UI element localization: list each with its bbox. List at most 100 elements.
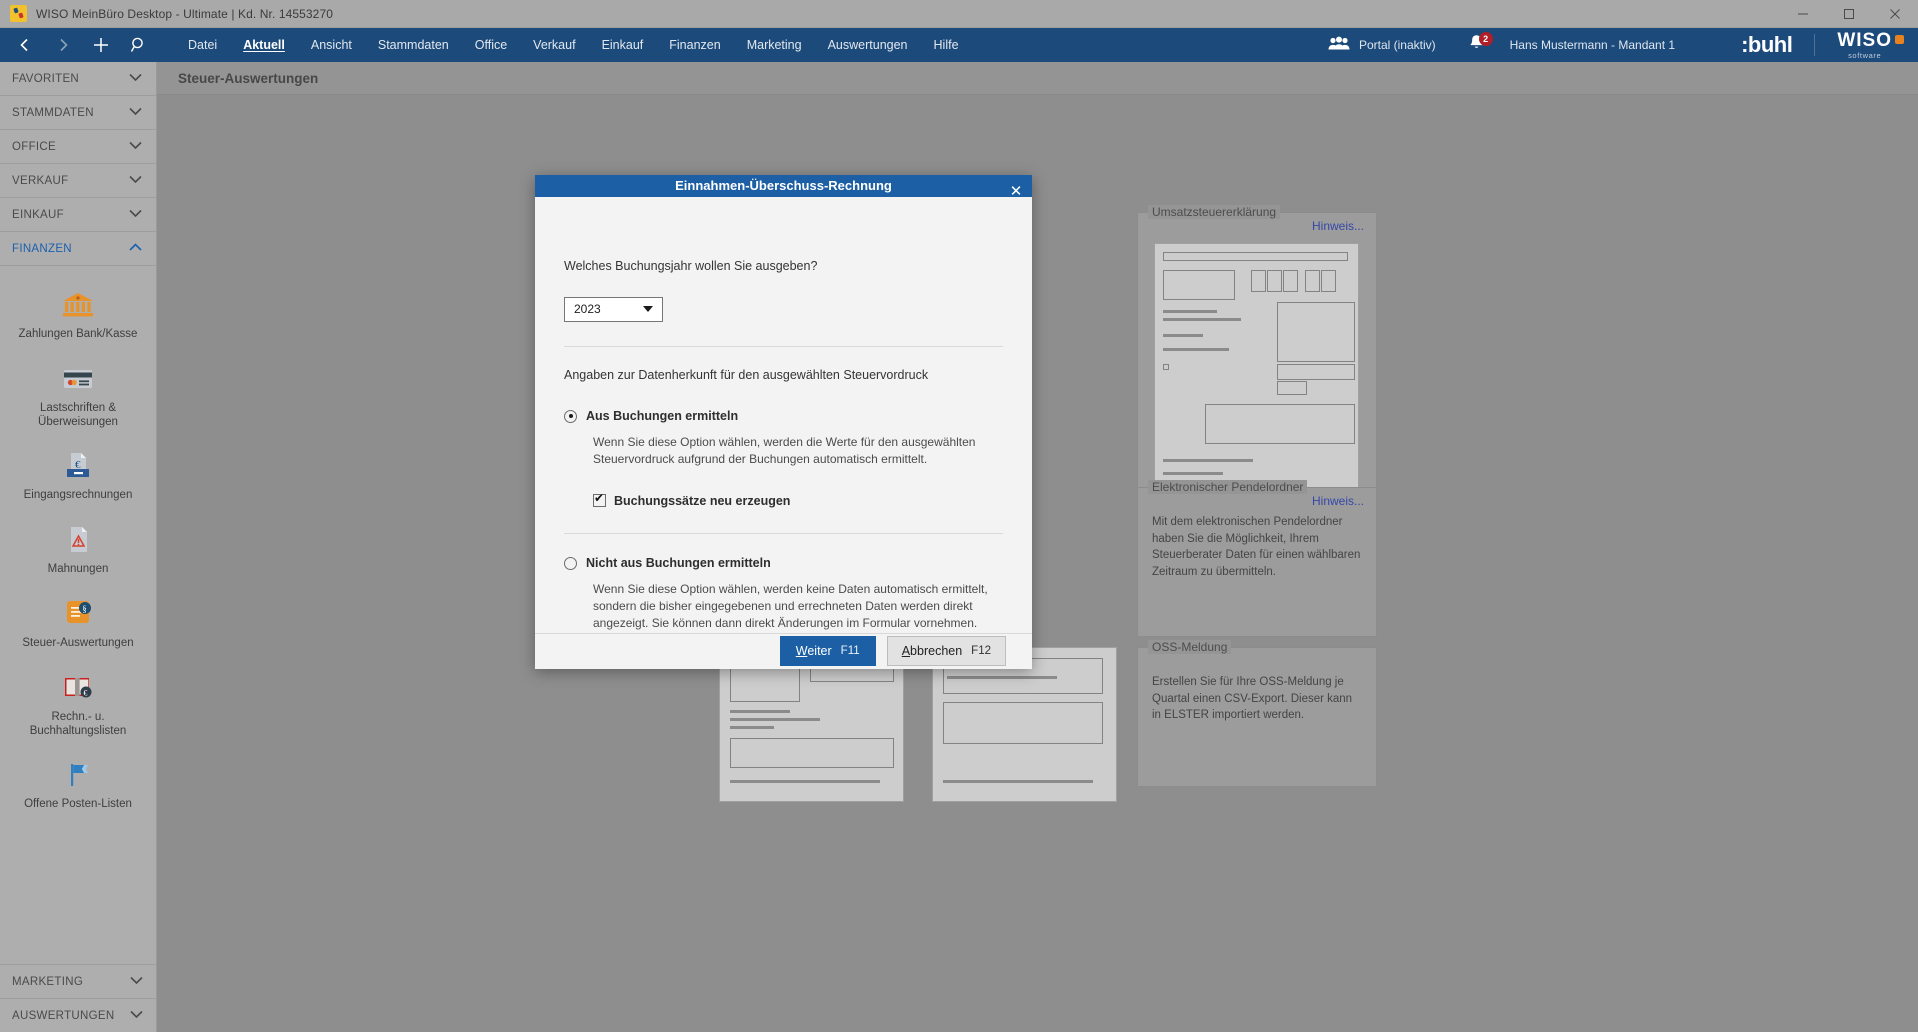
sidebar-item-eingangsrechnungen[interactable]: € Eingangsrechnungen [0,441,156,515]
weiter-label-rest: eiter [807,644,832,659]
dialog-footer: Weiter F11 Abbrechen F12 [535,632,1032,669]
chevron-down-icon [129,141,142,153]
sidebar-group-stammdaten[interactable]: STAMMDATEN [0,96,156,130]
menu-item-office[interactable]: Office [462,28,520,62]
radio-option-label: Aus Buchungen ermitteln [586,408,739,423]
checkbox-icon-checked[interactable] [593,492,606,508]
back-arrow-icon[interactable] [14,33,36,57]
flag-icon [59,758,97,792]
chevron-down-icon [130,976,143,988]
open-book-icon: € [59,671,97,705]
sidebar-group-label: OFFICE [12,140,56,153]
booking-year-value: 2023 [574,302,601,317]
divider [564,345,1003,347]
menu-item-aktuell[interactable]: Aktuell [230,28,298,62]
svg-text:€: € [83,688,87,697]
buhl-logo: :buhl [1741,32,1793,57]
application-window: WISO MeinBüro Desktop - Ultimate | Kd. N… [0,0,1918,1032]
sidebar-item-label: Lastschriften & Überweisungen [38,401,118,428]
sidebar-items: Zahlungen Bank/Kasse Lastschriften & Übe… [0,266,156,824]
sidebar-item-mahnungen[interactable]: Mahnungen [0,515,156,589]
window-title: WISO MeinBüro Desktop - Ultimate | Kd. N… [36,6,334,21]
sidebar-item-steuer-auswertungen[interactable]: § Steuer-Auswertungen [0,589,156,663]
wiso-logo: WISO software [1815,31,1918,60]
svg-text:§: § [82,604,87,614]
sidebar-group-auswertungen[interactable]: AUSWERTUNGEN [0,998,156,1032]
forward-arrow-icon[interactable] [52,33,74,57]
chevron-down-icon [129,209,142,221]
user-label[interactable]: Hans Mustermann - Mandant 1 [1488,38,1719,52]
sidebar-item-label: Offene Posten-Listen [24,798,132,811]
minimize-icon[interactable] [1780,0,1826,28]
close-icon[interactable] [1872,0,1918,28]
sidebar-group-verkauf[interactable]: VERKAUF [0,164,156,198]
warning-document-icon [59,523,97,557]
sidebar: FAVORITEN STAMMDATEN OFFICE VERKAUF EINK… [0,62,157,1032]
menu-item-verkauf[interactable]: Verkauf [520,28,588,62]
menu-bar: Datei Aktuell Ansicht Stammdaten Office … [0,28,1918,62]
menu-item-ansicht[interactable]: Ansicht [298,28,365,62]
data-source-section-label: Angaben zur Datenherkunft für den ausgew… [564,367,929,382]
maximize-icon[interactable] [1826,0,1872,28]
menu-items: Datei Aktuell Ansicht Stammdaten Office … [157,28,972,62]
chevron-down-icon [129,73,142,85]
menu-item-finanzen[interactable]: Finanzen [656,28,733,62]
booking-year-select-wrap: 2023 [564,296,663,322]
main-content: Steuer-Auswertungen Umsatzsteuererklärun… [157,62,1918,1032]
sidebar-group-office[interactable]: OFFICE [0,130,156,164]
sidebar-group-label: EINKAUF [12,208,64,221]
sidebar-group-label: AUSWERTUNGEN [12,1009,115,1022]
weiter-button[interactable]: Weiter F11 [779,636,876,667]
portal-status[interactable]: Portal (inaktiv) [1328,36,1466,54]
radio-icon-unselected[interactable] [564,556,577,570]
sidebar-item-label: Mahnungen [47,563,109,576]
sidebar-group-finanzen[interactable]: FINANZEN [0,232,156,266]
credit-card-icon [59,362,97,396]
chevron-down-icon [129,107,142,119]
sidebar-group-einkauf[interactable]: EINKAUF [0,198,156,232]
sidebar-item-lastschriften-ueberweisungen[interactable]: Lastschriften & Überweisungen [0,354,156,442]
nav-icon-group [0,28,157,62]
plus-icon[interactable] [90,33,112,57]
booking-year-select[interactable]: 2023 [564,296,663,322]
abbrechen-button[interactable]: Abbrechen F12 [886,636,1006,667]
chevron-up-icon [129,242,142,255]
portal-label: Portal (inaktiv) [1358,38,1436,52]
menu-item-marketing[interactable]: Marketing [734,28,815,62]
menu-item-stammdaten[interactable]: Stammdaten [365,28,462,62]
dialog-title-bar: Einnahmen-Überschuss-Rechnung ✕ [535,175,1032,199]
abbrechen-accel: A [901,644,911,659]
sidebar-item-zahlungen-bank-kasse[interactable]: Zahlungen Bank/Kasse [0,280,156,354]
sidebar-item-offene-posten-listen[interactable]: Offene Posten-Listen [0,750,156,824]
radio-option-aus-buchungen-ermitteln[interactable]: Aus Buchungen ermitteln [564,409,1003,423]
sidebar-group-marketing[interactable]: MARKETING [0,964,156,998]
title-bar: WISO MeinBüro Desktop - Ultimate | Kd. N… [0,0,1918,28]
divider [564,532,1003,534]
sidebar-item-label: Steuer-Auswertungen [22,636,134,649]
radio-option-label: Nicht aus Buchungen ermitteln [586,555,771,570]
radio-icon-selected[interactable] [564,409,577,423]
notifications-button[interactable]: 2 [1466,32,1493,56]
dialog-body: Welches Buchungsjahr wollen Sie ausgeben… [535,197,1032,633]
menu-item-auswertungen[interactable]: Auswertungen [815,28,921,62]
weiter-accel: W [795,644,808,659]
wiso-logo-subtext: software [1848,50,1882,60]
sidebar-item-label: Zahlungen Bank/Kasse [18,328,138,340]
sidebar-group-label: STAMMDATEN [12,106,94,119]
search-icon[interactable] [128,33,150,57]
app-logo-icon [10,5,27,22]
bank-icon [59,288,97,322]
tax-scroll-icon: § [59,597,97,631]
sidebar-group-label: FINANZEN [12,242,72,255]
sidebar-item-rechn-buchhaltungslisten[interactable]: € Rechn.- u. Buchhaltungslisten [0,663,156,751]
weiter-shortcut: F11 [840,645,860,658]
chevron-down-icon [643,306,653,313]
sidebar-group-favoriten[interactable]: FAVORITEN [0,62,156,96]
menu-item-hilfe[interactable]: Hilfe [921,28,972,62]
menu-item-datei[interactable]: Datei [175,28,230,62]
sidebar-group-label: MARKETING [12,975,84,988]
abbrechen-shortcut: F12 [971,645,991,658]
checkbox-buchungssaetze-neu-erzeugen[interactable]: Buchungssätze neu erzeugen [593,492,1003,508]
menu-item-einkauf[interactable]: Einkauf [589,28,657,62]
radio-option-nicht-aus-buchungen-ermitteln[interactable]: Nicht aus Buchungen ermitteln [564,556,1003,570]
